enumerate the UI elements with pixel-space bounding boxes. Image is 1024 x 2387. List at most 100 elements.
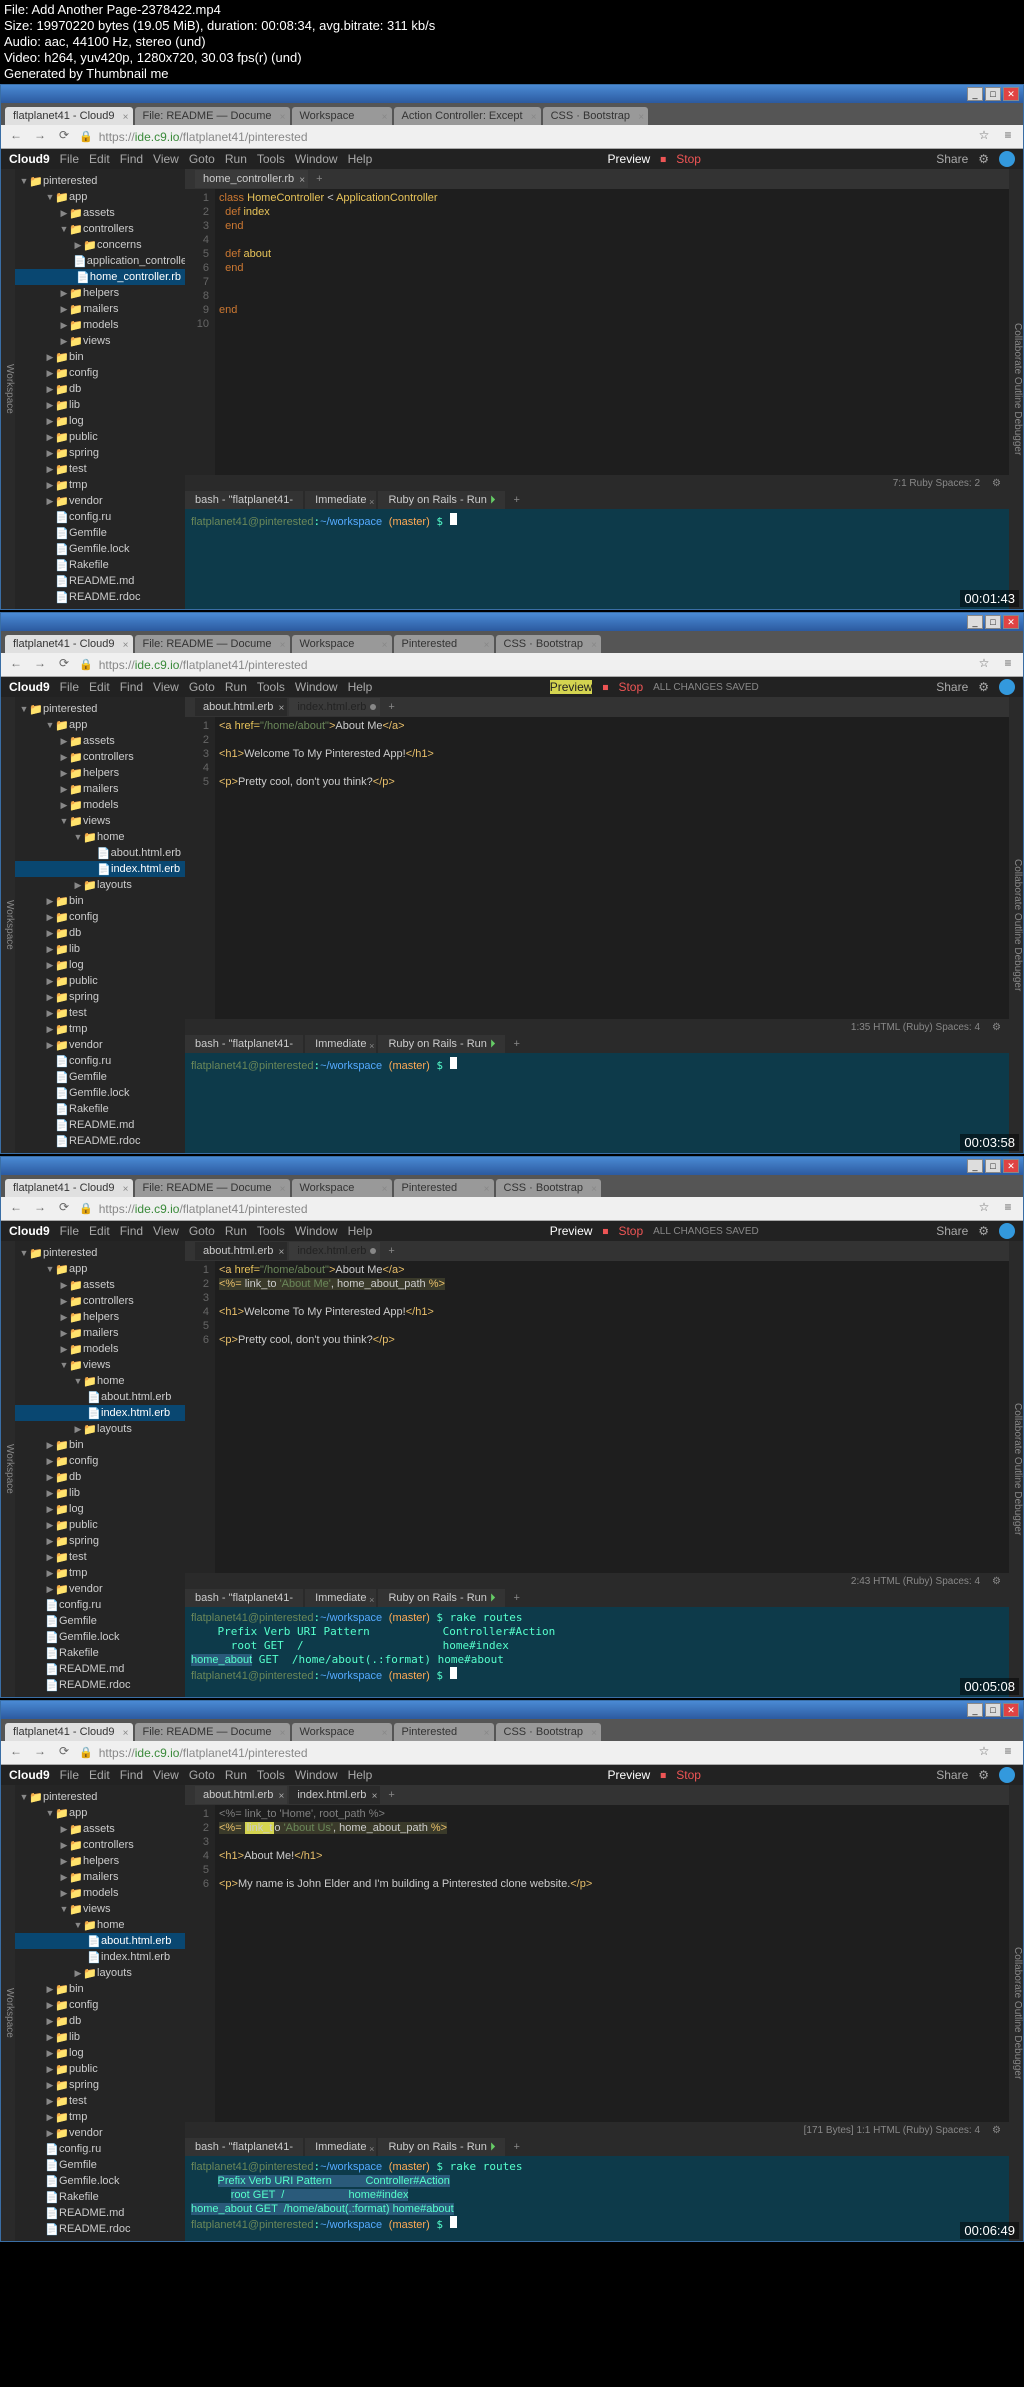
bookmark-icon[interactable]: ☆ — [975, 656, 993, 674]
terminal-tab[interactable]: bash - "flatplanet41- — [185, 1589, 303, 1607]
terminal-tab[interactable]: Immediate× — [305, 491, 376, 509]
stop-button[interactable]: Stop — [618, 1224, 643, 1238]
menu-find[interactable]: Find — [120, 152, 143, 166]
terminal-tab[interactable]: bash - "flatplanet41- — [185, 491, 303, 509]
browser-tab[interactable]: CSS · Bootstrap× — [496, 635, 601, 653]
terminal-tab[interactable]: Ruby on Rails - Run ⏵ — [378, 2138, 505, 2156]
menu-run[interactable]: Run — [225, 152, 247, 166]
editor-tab[interactable]: index.html.erb — [289, 1242, 380, 1260]
reload-button[interactable]: ⟳ — [55, 656, 73, 674]
maximize-button[interactable]: □ — [985, 615, 1001, 629]
menu-edit[interactable]: Edit — [89, 680, 110, 694]
cloud9-logo[interactable]: Cloud9 — [9, 152, 50, 166]
terminal-tab[interactable]: bash - "flatplanet41- — [185, 1035, 303, 1053]
minimize-button[interactable]: _ — [967, 615, 983, 629]
terminal[interactable]: flatplanet41@pinterested:~/workspace (ma… — [185, 509, 1009, 609]
menu-find[interactable]: Find — [120, 680, 143, 694]
menu-icon[interactable]: ≡ — [999, 656, 1017, 674]
code-editor[interactable]: 123456 <a href="/home/about">About Me</a… — [185, 1261, 1009, 1573]
browser-tab[interactable]: File: README — Docume× — [135, 107, 290, 125]
terminal-tab[interactable]: Immediate× — [305, 1589, 376, 1607]
stop-button[interactable]: Stop — [676, 152, 701, 166]
code-editor[interactable]: 123456 <%= link_to 'Home', root_path %> … — [185, 1805, 1009, 2122]
browser-tab[interactable]: CSS · Bootstrap× — [543, 107, 648, 125]
terminal-tab[interactable]: Ruby on Rails - Run ⏵ — [378, 491, 505, 509]
browser-tab[interactable]: flatplanet41 - Cloud9× — [5, 1723, 133, 1741]
browser-tab[interactable]: flatplanet41 - Cloud9× — [5, 1179, 133, 1197]
menu-help[interactable]: Help — [348, 152, 373, 166]
browser-tab[interactable]: Pinterested× — [394, 635, 494, 653]
menu-view[interactable]: View — [153, 152, 179, 166]
browser-tab[interactable]: CSS · Bootstrap× — [496, 1723, 601, 1741]
editor-tab[interactable]: about.html.erb× — [195, 1242, 287, 1260]
right-panel-toggle[interactable]: Collaborate Outline Debugger — [1009, 169, 1023, 609]
browser-tab[interactable]: Workspace× — [292, 1179, 392, 1197]
url-field[interactable]: https://ide.c9.io/flatplanet41/pinterest… — [99, 130, 969, 144]
browser-tab[interactable]: Workspace× — [292, 1723, 392, 1741]
new-terminal-button[interactable]: + — [507, 494, 525, 506]
browser-tab[interactable]: File: README — Docume× — [135, 1179, 290, 1197]
minimize-button[interactable]: _ — [967, 87, 983, 101]
browser-tab[interactable]: CSS · Bootstrap× — [496, 1179, 601, 1197]
close-button[interactable]: ✕ — [1003, 615, 1019, 629]
new-tab-button[interactable]: + — [382, 701, 400, 713]
file-tree[interactable]: ▼📁pinterested ▼📁app ▶📁assets ▶📁controlle… — [15, 697, 185, 1153]
stop-button[interactable]: Stop — [676, 1768, 701, 1782]
editor-tab[interactable]: about.html.erb× — [195, 698, 287, 716]
file-tree[interactable]: ▼📁pinterested ▼📁app ▶📁assets ▼📁controlle… — [15, 169, 185, 609]
user-icon[interactable] — [999, 151, 1015, 167]
menu-window[interactable]: Window — [295, 680, 338, 694]
browser-tab[interactable]: Workspace× — [292, 107, 392, 125]
file-tree[interactable]: ▼📁pinterested ▼📁app ▶📁assets ▶📁controlle… — [15, 1241, 185, 1697]
menu-tools[interactable]: Tools — [257, 152, 285, 166]
terminal[interactable]: flatplanet41@pinterested:~/workspace (ma… — [185, 2156, 1009, 2241]
reload-button[interactable]: ⟳ — [55, 128, 73, 146]
browser-tab[interactable]: Pinterested× — [394, 1723, 494, 1741]
editor-tab[interactable]: index.html.erb — [289, 698, 380, 716]
terminal-tab[interactable]: Ruby on Rails - Run ⏵ — [378, 1035, 505, 1053]
user-icon[interactable] — [999, 679, 1015, 695]
menu-tools[interactable]: Tools — [257, 680, 285, 694]
stop-button[interactable]: Stop — [618, 680, 643, 694]
browser-tab[interactable]: File: README — Docume× — [135, 635, 290, 653]
back-button[interactable]: ← — [7, 128, 25, 146]
menu-icon[interactable]: ≡ — [999, 128, 1017, 146]
left-panel-toggle[interactable]: Workspace — [1, 697, 15, 1153]
new-tab-button[interactable]: + — [310, 173, 328, 185]
cloud9-logo[interactable]: Cloud9 — [9, 680, 50, 694]
preview-button[interactable]: Preview — [550, 1224, 593, 1238]
url-field[interactable]: https://ide.c9.io/flatplanet41/pinterest… — [99, 1746, 969, 1760]
gear-icon[interactable]: ⚙ — [978, 680, 989, 694]
terminal-tab[interactable]: bash - "flatplanet41- — [185, 2138, 303, 2156]
menu-help[interactable]: Help — [348, 680, 373, 694]
menu-goto[interactable]: Goto — [189, 152, 215, 166]
bookmark-icon[interactable]: ☆ — [975, 128, 993, 146]
code-editor[interactable]: 12345 <a href="/home/about">About Me</a>… — [185, 717, 1009, 1019]
left-panel-toggle[interactable]: Workspace — [1, 169, 15, 609]
terminal-tab[interactable]: Immediate× — [305, 2138, 376, 2156]
menu-run[interactable]: Run — [225, 680, 247, 694]
terminal-tab[interactable]: Immediate× — [305, 1035, 376, 1053]
share-button[interactable]: Share — [936, 152, 968, 166]
terminal[interactable]: flatplanet41@pinterested:~/workspace (ma… — [185, 1607, 1009, 1697]
maximize-button[interactable]: □ — [985, 87, 1001, 101]
menu-file[interactable]: File — [60, 680, 79, 694]
browser-tab[interactable]: Workspace× — [292, 635, 392, 653]
close-button[interactable]: ✕ — [1003, 87, 1019, 101]
browser-tab[interactable]: flatplanet41 - Cloud9× — [5, 107, 133, 125]
close-icon[interactable]: × — [123, 109, 129, 127]
code-editor[interactable]: 12345678910 class HomeController < Appli… — [185, 189, 1009, 475]
editor-tab[interactable]: index.html.erb× — [289, 1786, 380, 1804]
url-field[interactable]: https://ide.c9.io/flatplanet41/pinterest… — [99, 1202, 969, 1216]
menu-file[interactable]: File — [60, 152, 79, 166]
editor-tab[interactable]: home_controller.rb× — [195, 170, 308, 188]
menu-goto[interactable]: Goto — [189, 680, 215, 694]
share-button[interactable]: Share — [936, 680, 968, 694]
forward-button[interactable]: → — [31, 128, 49, 146]
gear-icon[interactable]: ⚙ — [978, 152, 989, 166]
browser-tab[interactable]: File: README — Docume× — [135, 1723, 290, 1741]
back-button[interactable]: ← — [7, 656, 25, 674]
browser-tab[interactable]: Pinterested× — [394, 1179, 494, 1197]
terminal-tab[interactable]: Ruby on Rails - Run ⏵ — [378, 1589, 505, 1607]
menu-window[interactable]: Window — [295, 152, 338, 166]
